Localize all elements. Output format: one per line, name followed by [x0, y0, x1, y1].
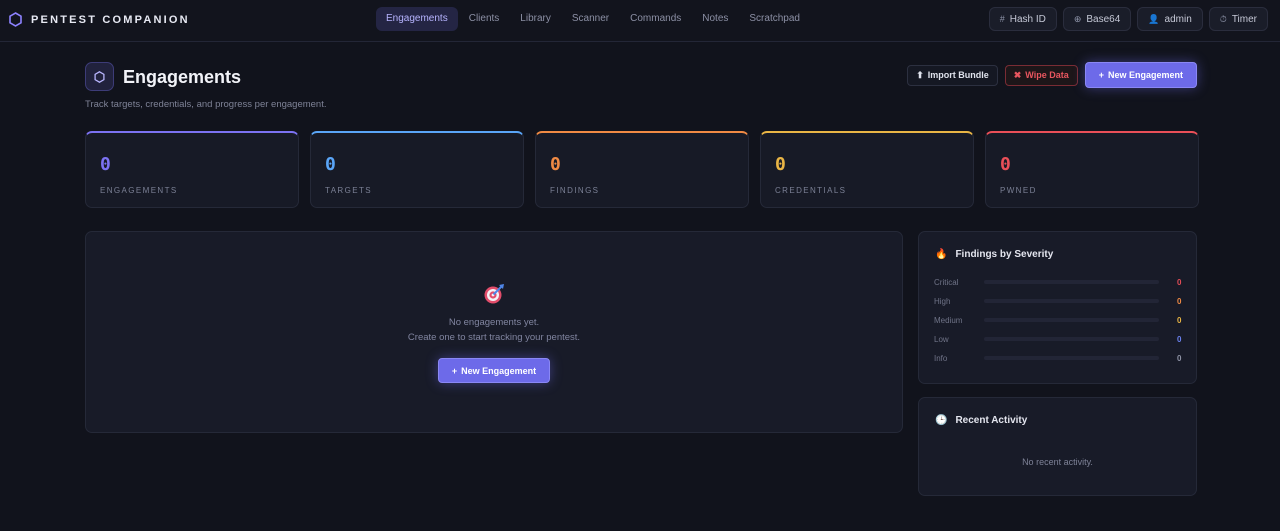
stat-card-engagements: 0 ENGAGEMENTS: [85, 131, 299, 208]
page-actions: ⬆ Import Bundle ✖ Wipe Data + New Engage…: [907, 62, 1197, 88]
severity-label: Info: [934, 353, 948, 363]
timer-label: Timer: [1231, 13, 1257, 25]
hexagon-icon: [94, 70, 105, 83]
stat-card-pwned: 0 PWNED: [985, 131, 1199, 208]
stat-label: FINDINGS: [550, 186, 600, 195]
empty-new-engagement-button[interactable]: + New Engagement: [437, 358, 551, 383]
no-activity-message: No recent activity.: [1022, 457, 1093, 467]
nav-scratchpad[interactable]: Scratchpad: [739, 7, 810, 31]
panel-title: 🔥 Findings by Severity: [935, 249, 1053, 260]
recent-activity-panel: 🕒 Recent Activity No recent activity.: [918, 397, 1197, 496]
nav-scanner[interactable]: Scanner: [562, 7, 619, 31]
stat-value: 0: [1000, 154, 1011, 175]
severity-bar: [984, 280, 1159, 284]
nav-notes[interactable]: Notes: [692, 7, 738, 31]
upload-icon: ⬆: [916, 69, 924, 80]
nav-engagements[interactable]: Engagements: [376, 7, 458, 31]
wipe-data-button[interactable]: ✖ Wipe Data: [1004, 64, 1078, 86]
close-icon: ✖: [1013, 69, 1022, 80]
fire-icon: 🔥: [935, 249, 948, 260]
plus-icon: +: [1098, 70, 1104, 80]
severity-count: 0: [1177, 277, 1182, 287]
stat-value: 0: [550, 154, 561, 175]
stat-label: CREDENTIALS: [775, 186, 847, 195]
severity-count: 0: [1177, 315, 1182, 325]
encode-icon: ⊕: [1073, 13, 1082, 24]
base64-button[interactable]: ⊕ Base64: [1062, 7, 1132, 31]
user-icon: 👤: [1148, 13, 1160, 24]
main-nav: Engagements Clients Library Scanner Comm…: [376, 7, 810, 31]
stat-card-findings: 0 FINDINGS: [535, 131, 749, 208]
new-engagement-label: New Engagement: [1107, 70, 1183, 80]
severity-label: Low: [934, 334, 949, 344]
stats-row: 0 ENGAGEMENTS 0 TARGETS 0 FINDINGS 0 CRE…: [85, 131, 1199, 208]
empty-line-1: No engagements yet.: [448, 317, 540, 328]
stat-value: 0: [100, 154, 111, 175]
stat-label: ENGAGEMENTS: [100, 186, 178, 195]
hash-id-label: Hash ID: [1009, 13, 1046, 25]
engagements-empty-state: No engagements yet. Create one to start …: [85, 231, 903, 433]
nav-commands[interactable]: Commands: [620, 7, 691, 31]
severity-row-low: Low 0: [934, 333, 1184, 345]
empty-new-engagement-label: New Engagement: [461, 365, 537, 376]
severity-count: 0: [1177, 296, 1182, 306]
severity-label: Medium: [934, 315, 963, 325]
import-bundle-label: Import Bundle: [927, 70, 989, 80]
brand-name: PENTEST COMPANION: [31, 13, 190, 26]
plus-icon: +: [451, 365, 458, 376]
severity-row-medium: Medium 0: [934, 314, 1184, 326]
stat-card-targets: 0 TARGETS: [310, 131, 524, 208]
severity-label: High: [934, 296, 951, 306]
stat-card-credentials: 0 CREDENTIALS: [760, 131, 974, 208]
severity-bar: [984, 356, 1159, 360]
severity-count: 0: [1177, 353, 1182, 363]
nav-library[interactable]: Library: [510, 7, 561, 31]
toolbar: # Hash ID ⊕ Base64 👤 admin ⏱ Timer: [988, 7, 1268, 31]
severity-row-critical: Critical 0: [934, 276, 1184, 288]
empty-message: No engagements yet. Create one to start …: [408, 315, 580, 345]
wipe-data-label: Wipe Data: [1025, 70, 1069, 80]
severity-row-info: Info 0: [934, 352, 1184, 364]
severity-title: Findings by Severity: [955, 249, 1054, 260]
severity-bar: [984, 318, 1159, 322]
stat-value: 0: [325, 154, 336, 175]
activity-title: Recent Activity: [955, 415, 1028, 426]
new-engagement-button[interactable]: + New Engagement: [1084, 62, 1197, 88]
page-subtitle: Track targets, credentials, and progress…: [85, 99, 327, 110]
stat-label: TARGETS: [325, 186, 372, 195]
page-icon: [85, 62, 114, 91]
severity-count: 0: [1177, 334, 1182, 344]
page-title: Engagements: [123, 67, 242, 87]
timer-icon: ⏱: [1219, 13, 1227, 24]
stat-label: PWNED: [1000, 186, 1037, 195]
brand[interactable]: PENTEST COMPANION: [9, 12, 190, 27]
empty-line-2: Create one to start tracking your pentes…: [407, 332, 581, 343]
user-menu-button[interactable]: 👤 admin: [1137, 7, 1203, 31]
severity-row-high: High 0: [934, 295, 1184, 307]
stat-value: 0: [775, 154, 786, 175]
base64-label: Base64: [1086, 13, 1121, 25]
hash-id-button[interactable]: # Hash ID: [988, 7, 1057, 31]
panel-title: 🕒 Recent Activity: [935, 415, 1027, 426]
user-name: admin: [1164, 13, 1192, 25]
target-icon: [484, 284, 504, 304]
findings-by-severity-panel: 🔥 Findings by Severity Critical 0 High 0…: [918, 231, 1197, 384]
nav-clients[interactable]: Clients: [459, 7, 510, 31]
severity-label: Critical: [934, 277, 959, 287]
hexagon-icon: [9, 12, 22, 27]
severity-bar: [984, 337, 1159, 341]
import-bundle-button[interactable]: ⬆ Import Bundle: [907, 64, 998, 86]
hash-icon: #: [999, 14, 1005, 24]
clock-icon: 🕒: [935, 415, 948, 426]
severity-bar: [984, 299, 1159, 303]
top-bar: PENTEST COMPANION Engagements Clients Li…: [0, 0, 1280, 42]
timer-button[interactable]: ⏱ Timer: [1208, 7, 1268, 31]
